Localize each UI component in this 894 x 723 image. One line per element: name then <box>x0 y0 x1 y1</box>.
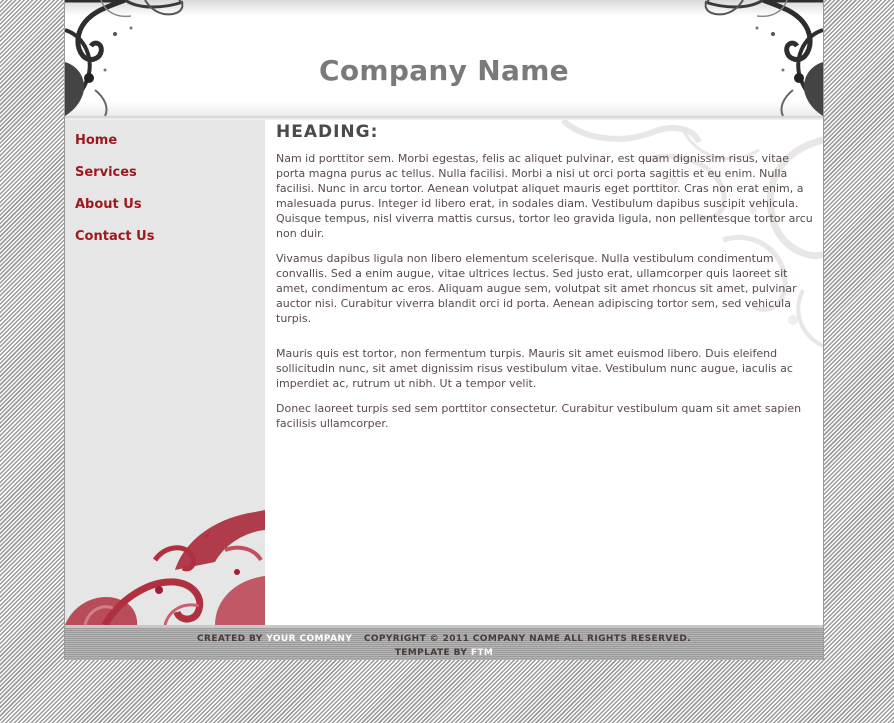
floral-swirl-icon <box>65 510 265 625</box>
content-body: HEADING: Nam id porttitor sem. Morbi ege… <box>265 120 823 431</box>
nav-link-home[interactable]: Home <box>75 133 117 148</box>
nav-link-contact-us[interactable]: Contact Us <box>75 229 154 244</box>
sidebar: Home Services About Us Contact Us <box>65 120 265 625</box>
copyright-text: COPYRIGHT © 2011 COMPANY NAME ALL RIGHTS… <box>363 634 692 644</box>
template-by-label: TEMPLATE BY <box>394 648 468 658</box>
nav-item-home: Home <box>75 129 265 161</box>
footer-credits: CREATED BY YOUR COMPANY COPYRIGHT © 2011… <box>65 632 823 646</box>
main-nav: Home Services About Us Contact Us <box>65 120 265 257</box>
template-author-link[interactable]: FTM <box>471 648 493 658</box>
footer: CREATED BY YOUR COMPANY COPYRIGHT © 2011… <box>65 625 823 660</box>
footer-template-credit: TEMPLATE BY FTM <box>65 646 823 660</box>
nav-link-about-us[interactable]: About Us <box>75 197 142 212</box>
main-content: HEADING: Nam id porttitor sem. Morbi ege… <box>265 120 823 625</box>
nav-item-contact-us: Contact Us <box>75 225 265 257</box>
your-company-link[interactable]: YOUR COMPANY <box>266 634 352 644</box>
page-heading: HEADING: <box>276 122 379 142</box>
paragraph: Mauris quis est tortor, non fermentum tu… <box>276 347 793 390</box>
nav-item-about-us: About Us <box>75 193 265 225</box>
nav-item-services: Services <box>75 161 265 193</box>
nav-link-services[interactable]: Services <box>75 165 137 180</box>
created-by-label: CREATED BY <box>196 634 263 644</box>
paragraph: Donec laoreet turpis sed sem porttitor c… <box>276 402 802 430</box>
paragraph: Nam id porttitor sem. Morbi egestas, fel… <box>276 152 813 240</box>
header: Company Name <box>65 0 823 116</box>
company-name: Company Name <box>319 54 569 87</box>
paragraph: Vivamus dapibus ligula non libero elemen… <box>276 252 797 325</box>
page-wrapper: Company Name Home Services About Us Cont… <box>64 0 824 660</box>
